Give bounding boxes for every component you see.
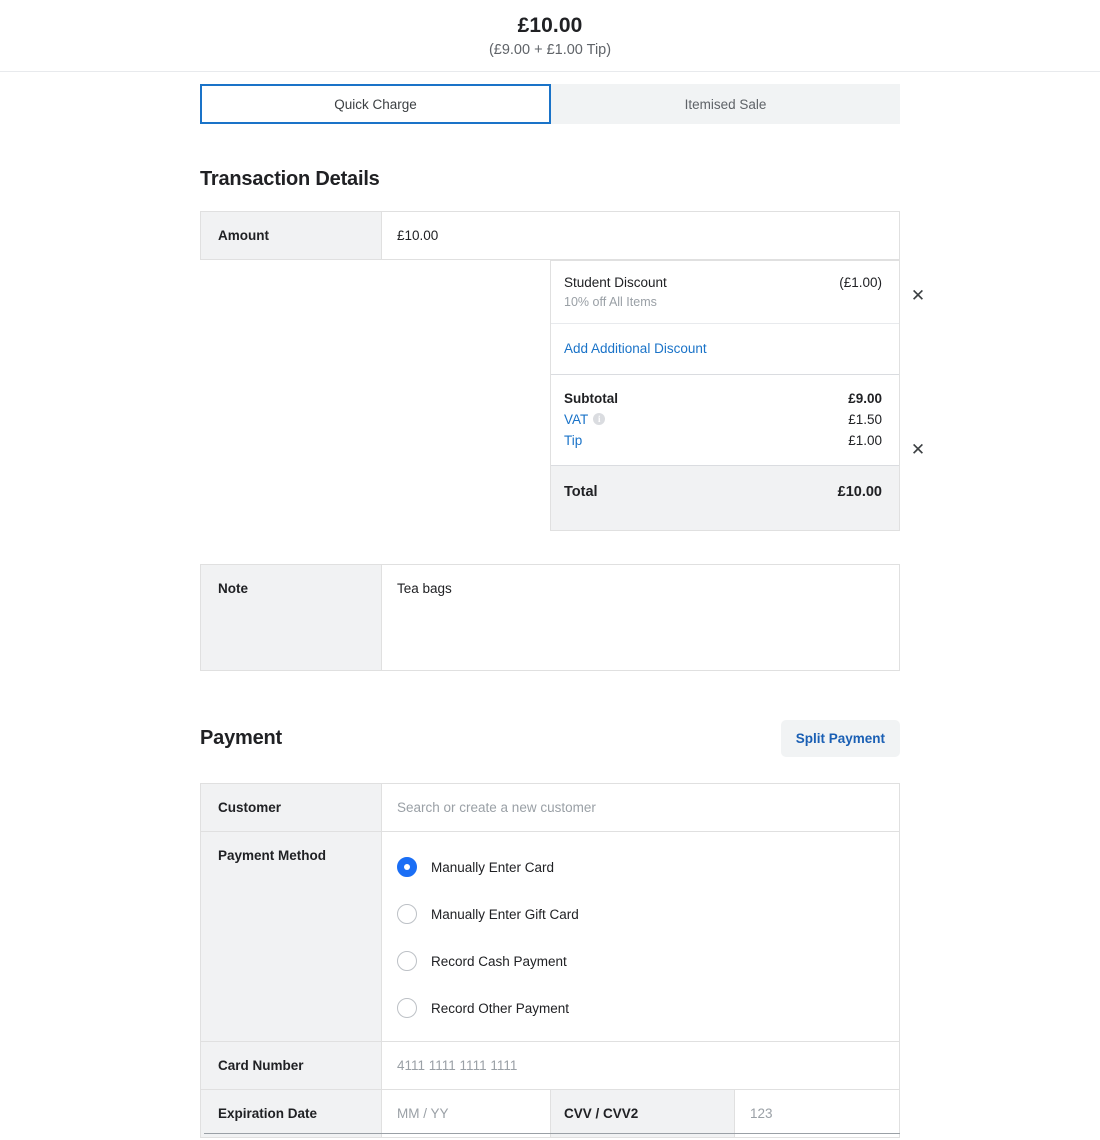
discount-row: Student Discount (£1.00) 10% off All Ite… <box>551 261 899 324</box>
payment-method-label-2: Record Cash Payment <box>431 953 567 969</box>
tab-quick-charge[interactable]: Quick Charge <box>200 84 551 124</box>
charge-type-tabs: Quick Charge Itemised Sale <box>200 84 900 124</box>
customer-search-input[interactable]: Search or create a new customer <box>382 784 899 831</box>
payment-title: Payment <box>200 727 282 749</box>
vat-value: £1.50 <box>848 412 882 427</box>
payment-header: Payment Split Payment <box>200 720 900 757</box>
payment-method-label: Payment Method <box>201 832 382 1041</box>
subtotal-label: Subtotal <box>564 391 618 406</box>
cvv-label: CVV / CVV2 <box>550 1090 735 1137</box>
radio-icon[interactable] <box>397 951 417 971</box>
grand-total-value: £10.00 <box>837 484 882 500</box>
amount-header: £10.00 (£9.00 + £1.00 Tip) <box>0 0 1100 72</box>
card-number-input[interactable]: 4111 1111 1111 1111 <box>382 1042 899 1089</box>
payment-table: Customer Search or create a new customer… <box>200 783 900 1138</box>
subtotal-value: £9.00 <box>848 391 882 406</box>
tip-label[interactable]: Tip <box>564 431 582 450</box>
vat-line: VAT i £1.50 <box>564 409 882 430</box>
vat-label[interactable]: VAT <box>564 412 588 427</box>
header-amount-breakdown: (£9.00 + £1.00 Tip) <box>488 41 612 58</box>
payment-method-record-cash-payment[interactable]: Record Cash Payment <box>397 946 899 976</box>
tab-quick-charge-label: Quick Charge <box>334 96 417 112</box>
remove-tax-close-icon[interactable]: ✕ <box>907 439 929 461</box>
amount-label: Amount <box>201 212 382 259</box>
totals-panel: Student Discount (£1.00) 10% off All Ite… <box>550 260 900 531</box>
payment-method-options: Manually Enter Card Manually Enter Gift … <box>382 832 899 1041</box>
grand-total-label: Total <box>564 484 598 500</box>
add-discount-row: Add Additional Discount <box>551 324 899 375</box>
info-icon[interactable]: i <box>593 413 606 426</box>
totals-lines: Subtotal £9.00 VAT i £1.50 Tip £1.00 <box>551 375 899 465</box>
payment-method-label-1: Manually Enter Gift Card <box>431 906 579 922</box>
bottom-divider <box>204 1133 900 1134</box>
header-total-amount: £10.00 <box>517 13 583 37</box>
cvv-input[interactable]: 123 <box>735 1090 899 1137</box>
tab-itemised-sale-label: Itemised Sale <box>684 96 767 112</box>
amount-value[interactable]: £10.00 <box>382 212 899 259</box>
expiration-cvv-group: MM / YY CVV / CVV2 123 <box>382 1090 899 1137</box>
payment-screen: £10.00 (£9.00 + £1.00 Tip) Quick Charge … <box>0 0 1100 1140</box>
tip-line: Tip £1.00 <box>564 430 882 451</box>
note-label: Note <box>201 565 382 670</box>
payment-method-label-0: Manually Enter Card <box>431 859 555 875</box>
add-additional-discount-link[interactable]: Add Additional Discount <box>564 341 707 356</box>
discount-amount: (£1.00) <box>839 275 882 290</box>
discount-description: 10% off All Items <box>564 295 657 309</box>
transaction-details-title: Transaction Details <box>200 168 380 190</box>
payment-method-label-3: Record Other Payment <box>431 1000 570 1016</box>
radio-icon[interactable] <box>397 998 417 1018</box>
payment-method-record-other-payment[interactable]: Record Other Payment <box>397 993 899 1023</box>
payment-method-manually-enter-card[interactable]: Manually Enter Card <box>397 852 899 882</box>
amount-row: Amount £10.00 <box>200 211 900 260</box>
totals-section: Student Discount (£1.00) 10% off All Ite… <box>550 260 925 531</box>
remove-discount-close-icon[interactable]: ✕ <box>907 285 929 307</box>
note-row: Note Tea bags <box>200 564 900 671</box>
tip-value: £1.00 <box>848 433 882 448</box>
customer-label: Customer <box>201 784 382 831</box>
payment-method-row: Payment Method Manually Enter Card Manua… <box>201 832 899 1042</box>
expiration-date-label: Expiration Date <box>201 1090 382 1137</box>
card-number-row: Card Number 4111 1111 1111 1111 <box>201 1042 899 1090</box>
split-payment-button[interactable]: Split Payment <box>780 720 900 757</box>
expiration-cvv-row: Expiration Date MM / YY CVV / CVV2 123 <box>201 1090 899 1137</box>
expiration-date-input[interactable]: MM / YY <box>382 1090 550 1137</box>
note-value[interactable]: Tea bags <box>382 565 899 670</box>
tab-itemised-sale[interactable]: Itemised Sale <box>551 84 900 124</box>
discount-name: Student Discount <box>564 275 667 290</box>
content-column: Quick Charge Itemised Sale Transaction D… <box>200 84 925 1140</box>
customer-row: Customer Search or create a new customer <box>201 784 899 832</box>
subtotal-line: Subtotal £9.00 <box>564 388 882 409</box>
radio-icon-selected[interactable] <box>397 857 417 877</box>
payment-method-manually-enter-gift-card[interactable]: Manually Enter Gift Card <box>397 899 899 929</box>
card-number-label: Card Number <box>201 1042 382 1089</box>
grand-total-row: Total £10.00 <box>551 465 899 530</box>
radio-icon[interactable] <box>397 904 417 924</box>
